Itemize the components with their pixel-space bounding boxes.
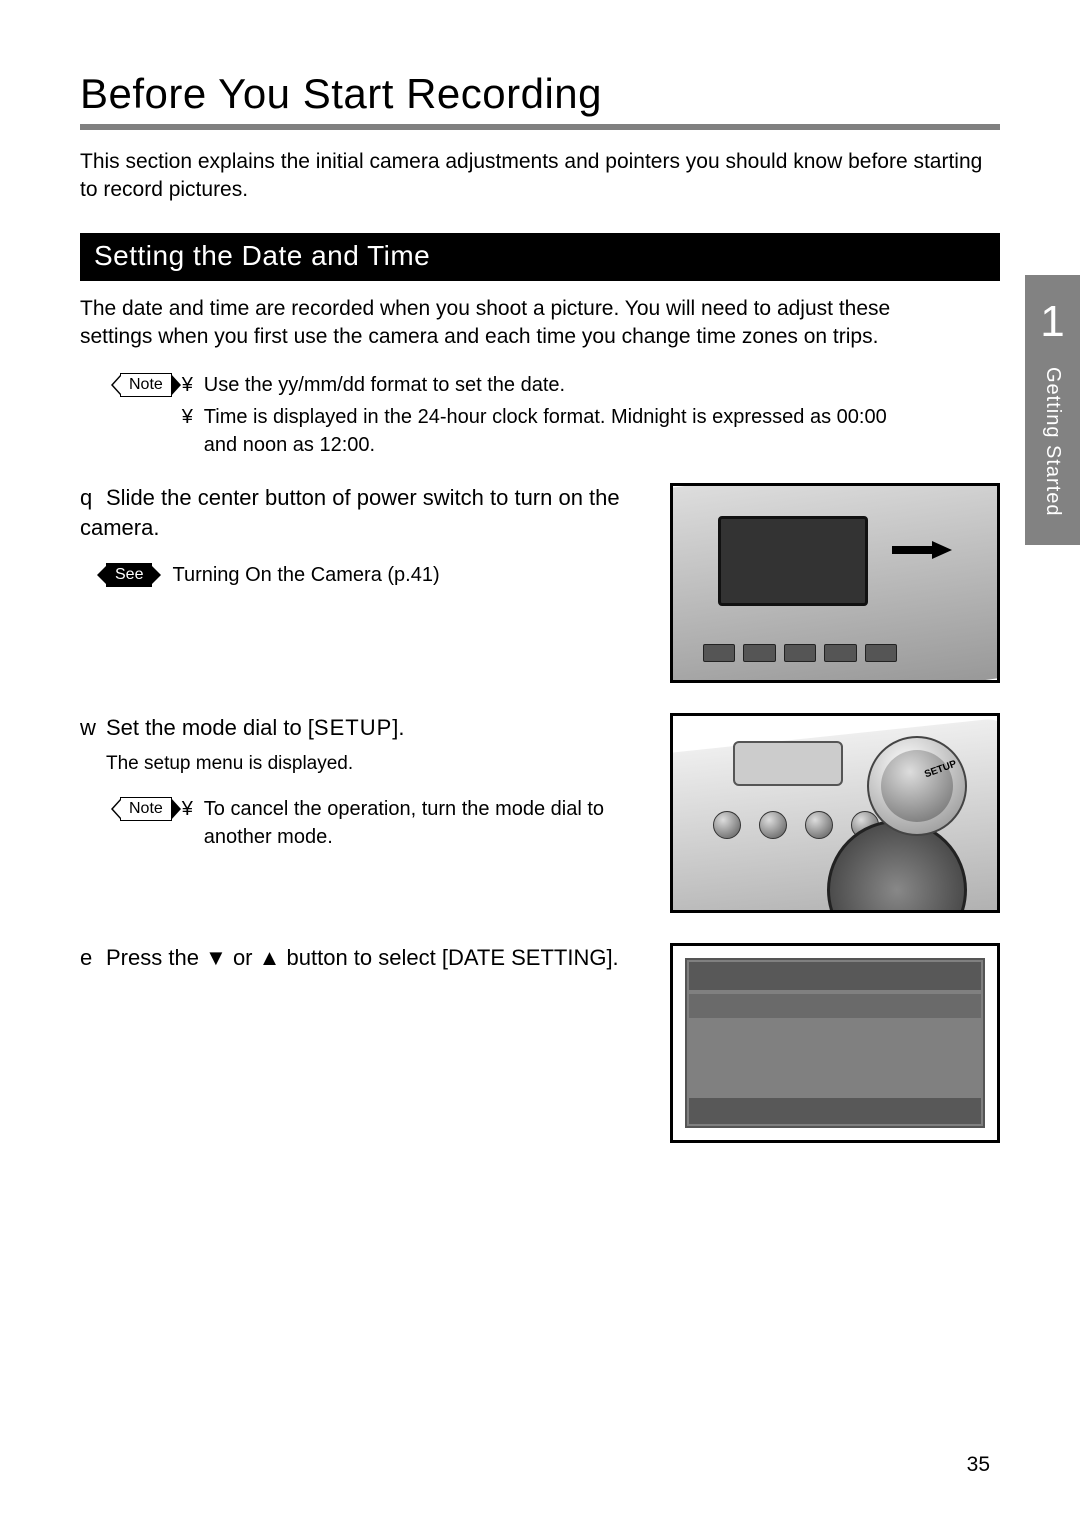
step-3: ePress the ▼ or ▲ button to select [DATE…	[80, 943, 1000, 1143]
step-1-body: Slide the center button of power switch …	[80, 485, 620, 540]
button-strip-icon	[703, 644, 897, 662]
page-number: 35	[967, 1453, 990, 1477]
step-3-label: e	[80, 943, 106, 973]
step-2-sub: The setup menu is displayed.	[80, 751, 646, 777]
title-rule	[80, 124, 1000, 130]
step-1-text: qSlide the center button of power switch…	[80, 483, 646, 542]
note-block-top: Note ¥ Use the yy/mm/dd format to set th…	[80, 371, 1000, 463]
up-triangle-icon: ▲	[259, 945, 281, 970]
step-3-suffix: button to select [DATE SETTING].	[280, 945, 618, 970]
see-badge-label: See	[115, 566, 143, 583]
top-lcd-icon	[733, 741, 843, 786]
see-badge: See	[106, 563, 152, 587]
step-2-suffix: ].	[392, 715, 404, 740]
figure-menu-screen	[670, 943, 1000, 1143]
bullet-mark: ¥	[182, 795, 204, 851]
note-badge: Note	[120, 373, 172, 397]
note-line-2: Time is displayed in the 24-hour clock f…	[204, 403, 900, 459]
bullet-mark: ¥	[182, 371, 204, 399]
step-2-label: w	[80, 713, 106, 743]
see-ref-text: Turning On the Camera (p.41)	[162, 561, 439, 589]
setup-mode-word: SETUP	[314, 715, 392, 740]
step-2-note-text: ¥ To cancel the operation, turn the mode…	[182, 795, 646, 855]
note-line-1: Use the yy/mm/dd format to set the date.	[204, 371, 565, 399]
note-badge-label: Note	[129, 376, 163, 393]
step-2-prefix: Set the mode dial to [	[106, 715, 314, 740]
chapter-intro: This section explains the initial camera…	[80, 148, 1000, 205]
down-triangle-icon: ▼	[205, 945, 227, 970]
chapter-title: Before You Start Recording	[80, 70, 1000, 118]
section-header: Setting the Date and Time	[80, 233, 1000, 281]
step-1: qSlide the center button of power switch…	[80, 483, 1000, 683]
chapter-tab: 1 Getting Started	[1025, 275, 1080, 545]
step-3-prefix: Press the	[106, 945, 205, 970]
step-2-note-body: To cancel the operation, turn the mode d…	[204, 795, 646, 851]
figure-mode-dial: SETUP	[670, 713, 1000, 913]
note-badge: Note	[120, 797, 172, 821]
step-3-text: ePress the ▼ or ▲ button to select [DATE…	[80, 943, 646, 973]
step-2-text: wSet the mode dial to [SETUP].	[80, 713, 646, 743]
bullet-mark: ¥	[182, 403, 204, 459]
camera-monitor-icon	[718, 516, 868, 606]
step-2: wSet the mode dial to [SETUP]. The setup…	[80, 713, 1000, 913]
menu-screen-icon	[685, 958, 985, 1128]
note-text-top: ¥ Use the yy/mm/dd format to set the dat…	[182, 371, 900, 463]
chapter-tab-label: Getting Started	[1041, 367, 1064, 517]
note-badge-label: Note	[129, 800, 163, 817]
section-intro: The date and time are recorded when you …	[80, 295, 1000, 352]
step-3-mid: or	[227, 945, 259, 970]
arrow-right-icon	[892, 541, 952, 559]
mode-dial-icon	[867, 736, 967, 836]
chapter-number: 1	[1040, 297, 1064, 347]
figure-power-switch	[670, 483, 1000, 683]
step-1-label: q	[80, 483, 106, 513]
